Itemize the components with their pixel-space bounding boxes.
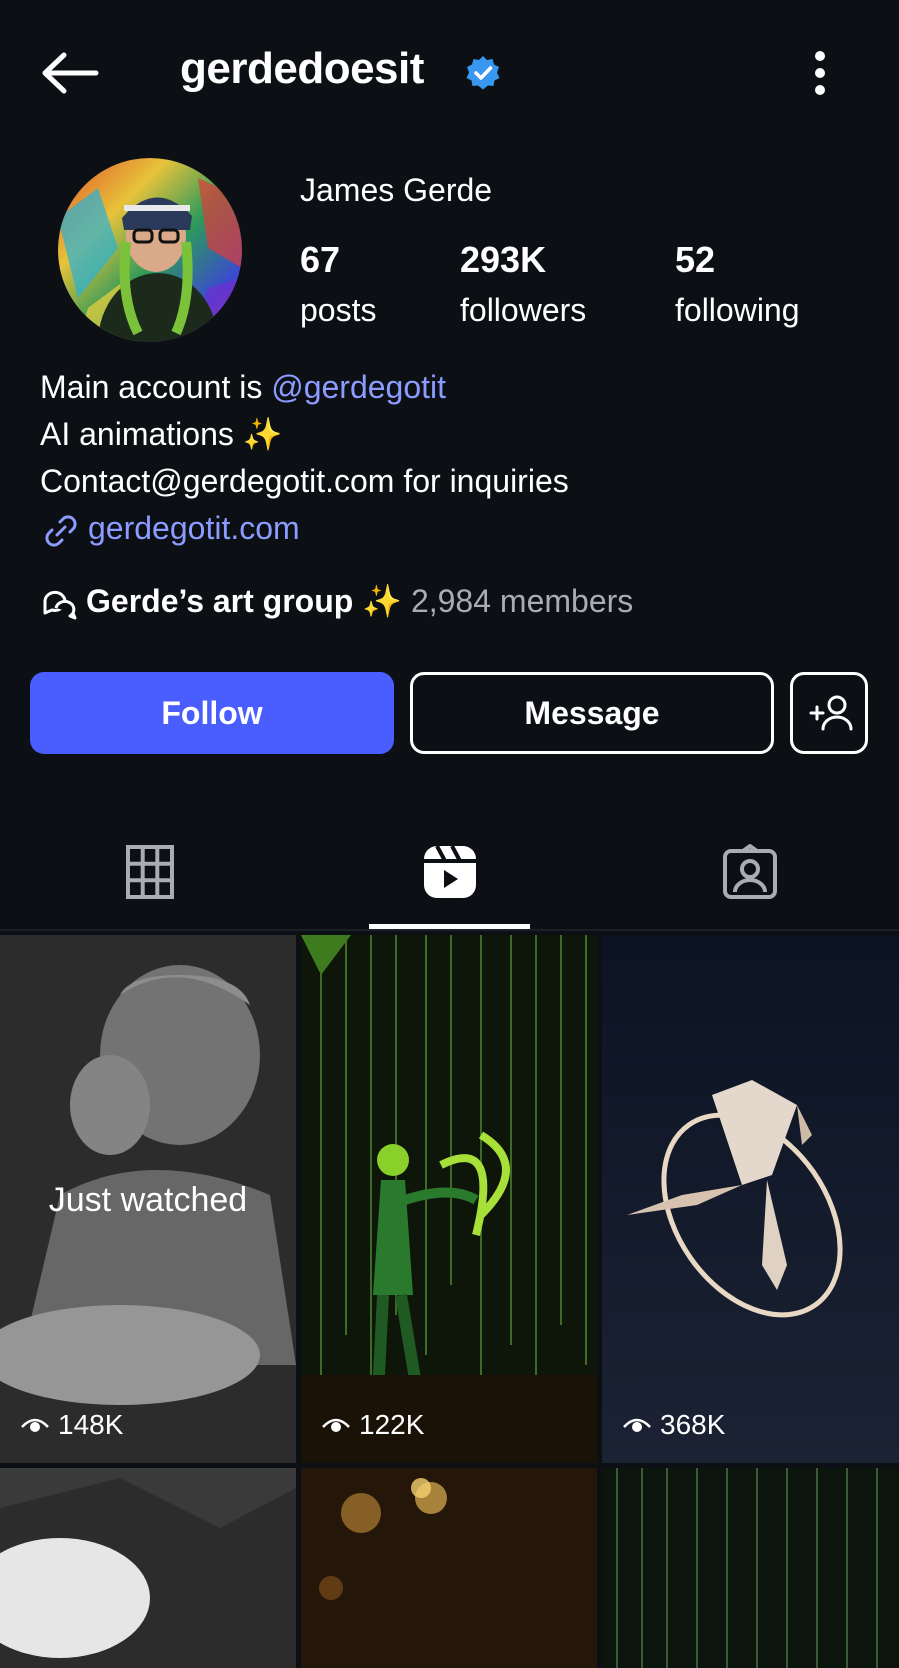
profile-bio: Main account is @gerdegotit AI animation… <box>40 364 569 552</box>
more-options-button[interactable] <box>800 48 840 98</box>
bio-website-text: gerdegotit.com <box>88 510 300 546</box>
followers-stat[interactable]: 293K followers <box>460 238 586 338</box>
following-count: 52 <box>675 239 716 280</box>
posts-stat[interactable]: 67 posts <box>300 238 376 338</box>
reel-thumbnail-bokeh <box>301 1468 597 1668</box>
posts-count: 67 <box>300 239 341 280</box>
grid-icon <box>125 845 174 899</box>
following-stat[interactable]: 52 following <box>675 238 800 338</box>
reel-tile[interactable]: Just watched 148K <box>0 935 296 1463</box>
suggested-users-button[interactable] <box>790 672 868 754</box>
tagged-person-icon <box>722 844 777 899</box>
following-label: following <box>675 292 800 328</box>
top-bar: gerdedoesit <box>0 0 899 140</box>
group-members-count: 2,984 members <box>410 583 634 619</box>
reel-tile[interactable] <box>301 1468 597 1668</box>
bio-line-ai-animations: AI animations ✨ <box>40 416 283 452</box>
verified-badge-icon <box>465 55 501 91</box>
just-watched-overlay: Just watched <box>48 1181 248 1219</box>
bio-mention-link[interactable]: @gerdegotit <box>271 369 446 405</box>
tab-tagged[interactable] <box>600 820 899 926</box>
reel-tile[interactable]: 122K <box>301 935 597 1463</box>
reel-tile[interactable]: 368K <box>602 935 899 1463</box>
eye-icon <box>322 1418 350 1432</box>
eye-icon <box>623 1418 651 1432</box>
bio-line-main-account: Main account is @gerdegotit <box>40 364 569 411</box>
back-arrow-icon <box>42 52 99 94</box>
followers-label: followers <box>460 292 587 328</box>
follow-button[interactable]: Follow <box>30 672 394 754</box>
back-button[interactable] <box>38 48 102 98</box>
bio-website-link[interactable]: gerdegotit.com <box>40 505 569 552</box>
profile-username: gerdedoesit <box>180 44 424 93</box>
add-user-icon <box>809 695 853 731</box>
reel-thumbnail-origami-hoop <box>602 935 899 1463</box>
avatar-image <box>58 158 242 342</box>
reel-views: 148K <box>20 1409 123 1441</box>
profile-avatar[interactable] <box>58 158 242 342</box>
reel-tile[interactable] <box>602 1468 899 1668</box>
followers-count: 293K <box>460 239 547 280</box>
tab-posts-grid[interactable] <box>0 820 299 926</box>
tab-reels[interactable] <box>300 820 599 926</box>
reel-thumbnail-paper <box>0 1468 296 1668</box>
message-button[interactable]: Message <box>410 672 774 754</box>
more-vertical-icon <box>815 51 825 95</box>
bio-line-prefix: Main account is <box>40 369 272 405</box>
reel-views-count: 148K <box>58 1409 124 1440</box>
reel-views-count: 122K <box>359 1409 425 1440</box>
eye-icon <box>21 1418 49 1432</box>
bio-line-contact: Contact@gerdegotit.com for inquiries <box>40 463 569 499</box>
reel-thumbnail-rain <box>602 1468 899 1668</box>
chat-bubbles-icon <box>43 590 77 620</box>
reel-views: 368K <box>622 1409 725 1441</box>
posts-label: posts <box>300 292 377 328</box>
reels-icon <box>423 845 476 898</box>
tabs-divider <box>0 929 899 931</box>
reel-views-count: 368K <box>660 1409 726 1440</box>
reel-views: 122K <box>321 1409 424 1441</box>
broadcast-channel-link[interactable]: Gerde’s art group ✨ 2,984 members <box>40 582 633 622</box>
profile-tabs <box>0 820 899 930</box>
reel-tile[interactable] <box>0 1468 296 1668</box>
group-name: Gerde’s art group ✨ <box>86 583 403 619</box>
display-name: James Gerde <box>300 172 493 208</box>
link-icon <box>45 514 77 547</box>
reel-thumbnail-leaf-dancer <box>301 935 597 1463</box>
